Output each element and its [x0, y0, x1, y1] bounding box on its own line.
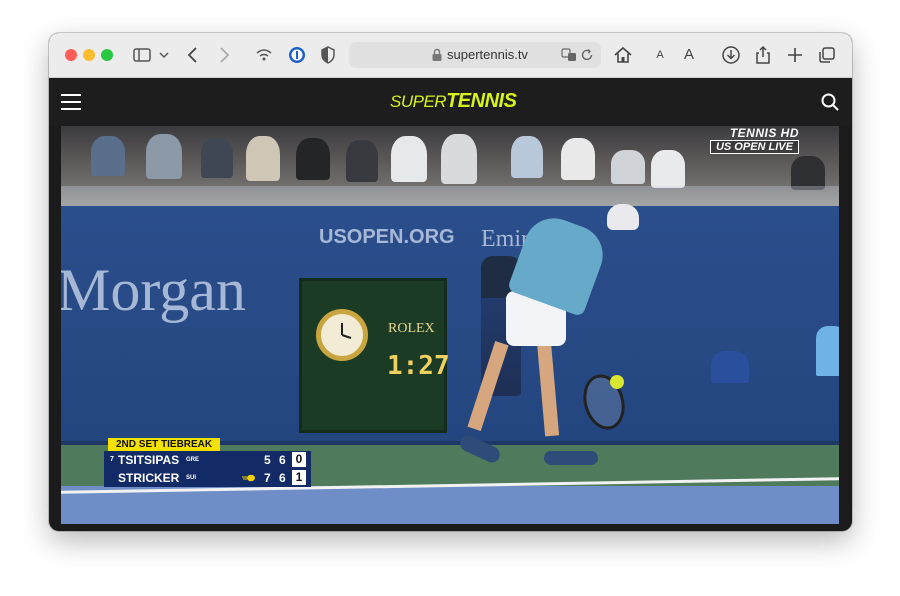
- download-icon[interactable]: [720, 44, 742, 66]
- glass-barrier: [61, 186, 839, 206]
- logo-tennis-text: TENNIS: [446, 90, 517, 112]
- points-score: 0: [292, 452, 306, 467]
- sidebar-icon[interactable]: [131, 44, 153, 66]
- rolex-clock-board: ROLEX 1:27: [299, 278, 450, 433]
- clock-brand-text: ROLEX: [388, 321, 435, 336]
- points-score: 1: [292, 470, 306, 485]
- scoreboard-row: 7 TSITSIPAS GRE 5 6 0: [104, 451, 311, 469]
- share-icon[interactable]: [752, 44, 774, 66]
- close-window-button[interactable]: [65, 49, 77, 61]
- court-wall: USOPEN.ORG Emirates Morgan: [61, 206, 839, 441]
- scoreboard-row: STRICKER SUI 7 6 1: [104, 469, 311, 487]
- courtside-spectator: [711, 351, 749, 383]
- serving-ball-icon: [242, 474, 255, 482]
- wall-sponsor-text: Morgan: [61, 257, 246, 323]
- logo-super-text: SUPER: [390, 92, 447, 111]
- site-logo[interactable]: SUPERTENNIS: [390, 90, 517, 113]
- set1-score: 7: [264, 471, 271, 485]
- zoom-window-button[interactable]: [101, 49, 113, 61]
- back-icon[interactable]: [182, 44, 204, 66]
- player-name: STRICKER: [118, 471, 180, 485]
- courtside-spectator: [816, 326, 839, 376]
- player-country: GRE: [186, 457, 200, 463]
- set1-score: 5: [264, 453, 271, 467]
- forward-icon[interactable]: [213, 44, 235, 66]
- player-shoe: [544, 451, 598, 465]
- address-bar[interactable]: supertennis.tv: [349, 42, 601, 68]
- clock-icon: [316, 309, 368, 361]
- browser-window: supertennis.tv A A SUPERTENNIS USOPEN.OR…: [49, 33, 852, 531]
- set2-score: 6: [279, 453, 286, 467]
- lock-icon: [432, 48, 442, 61]
- scoreboard: 7 TSITSIPAS GRE 5 6 0 STRICKER SUI 7 6 1: [104, 451, 311, 487]
- tabs-overview-icon[interactable]: [816, 44, 838, 66]
- home-icon[interactable]: [612, 44, 634, 66]
- browser-toolbar: supertennis.tv A A: [49, 33, 852, 78]
- player-seed: 7: [110, 456, 114, 463]
- shot-clock-digits: 1:27: [387, 351, 450, 381]
- search-icon[interactable]: [820, 92, 840, 112]
- privacy-shield-icon[interactable]: [317, 44, 339, 66]
- site-header: SUPERTENNIS: [49, 78, 852, 126]
- chevron-down-icon[interactable]: [153, 44, 169, 66]
- url-text: supertennis.tv: [447, 47, 528, 62]
- player-name: TSITSIPAS: [118, 453, 180, 467]
- menu-icon[interactable]: [61, 94, 81, 110]
- translate-icon[interactable]: [561, 47, 577, 63]
- wall-url-text: USOPEN.ORG: [319, 226, 455, 248]
- player-cap: [607, 204, 639, 230]
- broadcast-channel-text: TENNIS HD: [729, 126, 799, 140]
- score-tag: 2ND SET TIEBREAK: [108, 438, 221, 451]
- broadcast-badge: TENNIS HD US OPEN LIVE: [685, 126, 799, 156]
- password-icon[interactable]: [286, 44, 308, 66]
- new-tab-icon[interactable]: [784, 44, 806, 66]
- tennis-ball-icon: [610, 375, 624, 389]
- set2-score: 6: [279, 471, 286, 485]
- broadcast-label-text: US OPEN LIVE: [709, 140, 799, 154]
- minimize-window-button[interactable]: [83, 49, 95, 61]
- shield-wifi-icon[interactable]: [253, 44, 275, 66]
- text-smaller-icon[interactable]: A: [649, 44, 671, 66]
- video-player[interactable]: USOPEN.ORG Emirates Morgan ROLEX 1:27 TE…: [61, 126, 839, 524]
- reload-icon[interactable]: [579, 47, 595, 63]
- text-larger-icon[interactable]: A: [678, 44, 700, 66]
- player-country: SUI: [186, 475, 197, 481]
